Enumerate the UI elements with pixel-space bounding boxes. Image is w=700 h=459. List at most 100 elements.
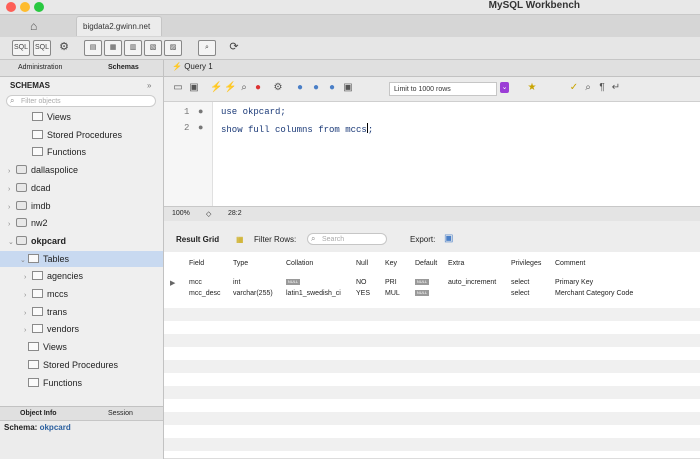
cell-key[interactable]: MUL — [385, 290, 400, 297]
autocommit-icon[interactable]: ● — [326, 82, 338, 94]
export-icon[interactable]: ▣ — [444, 233, 453, 244]
cell-null[interactable]: NO — [356, 279, 367, 286]
close-window-button[interactable] — [6, 2, 16, 12]
expand-arrow-icon[interactable]: › — [24, 323, 32, 339]
sql-editor[interactable]: 1 ● 2 ● use okpcard; show full columns f… — [164, 102, 700, 206]
find-icon[interactable]: ⌕ — [582, 82, 594, 94]
create-function-icon[interactable]: ▨ — [164, 40, 182, 56]
rollback-icon[interactable]: ● — [310, 82, 322, 94]
null-badge[interactable]: NULL — [286, 279, 300, 286]
tab-schemas[interactable]: Schemas — [108, 64, 139, 71]
expand-arrow-icon[interactable]: › — [24, 270, 32, 286]
cell-extra[interactable]: auto_increment — [448, 279, 496, 286]
create-view-icon[interactable]: ▥ — [124, 40, 142, 56]
result-search-input[interactable]: ⌕ Search — [307, 233, 387, 245]
create-table-icon[interactable]: ▦ — [104, 40, 122, 56]
grid-view-icon[interactable]: ▦ — [236, 235, 244, 244]
create-schema-icon[interactable]: ▤ — [84, 40, 102, 56]
expand-arrow-icon[interactable]: ⌄ — [20, 253, 28, 269]
query-tab[interactable]: ⚡ Query 1 — [172, 62, 213, 71]
open-sql-file-icon[interactable]: SQL — [33, 40, 51, 56]
column-header-field[interactable]: Field — [189, 260, 204, 267]
brush-icon[interactable]: ✓ — [568, 82, 580, 94]
expand-arrow-icon[interactable]: › — [8, 164, 16, 180]
inspector-icon[interactable]: ⚙ — [56, 40, 72, 54]
execute-icon[interactable]: ⚡ — [210, 82, 222, 94]
tree-item-views[interactable]: Views — [20, 339, 67, 355]
cell-null[interactable]: YES — [356, 290, 370, 297]
limit-rows-select[interactable]: Limit to 1000 rows — [389, 82, 497, 96]
tab-administration[interactable]: Administration — [18, 64, 62, 71]
tree-item-nw2[interactable]: › nw2 — [8, 215, 48, 231]
tree-item-vendors[interactable]: › vendors — [24, 321, 79, 337]
open-folder-icon[interactable]: ▭ — [172, 82, 184, 94]
cell-comment[interactable]: Merchant Category Code — [555, 290, 633, 297]
invisible-chars-icon[interactable]: ¶ — [596, 82, 608, 94]
zoom-level[interactable]: 100% — [172, 210, 190, 217]
cell-type[interactable]: int — [233, 279, 240, 286]
tree-item-agencies[interactable]: › agencies — [24, 268, 83, 284]
tree-item-stored-procedures[interactable]: Stored Procedures — [24, 127, 122, 143]
explain-icon[interactable]: ⌕ — [238, 82, 250, 94]
commit-icon[interactable]: ● — [294, 82, 306, 94]
tab-object-info[interactable]: Object Info — [20, 410, 57, 417]
cell-privileges[interactable]: select — [511, 290, 529, 297]
limit-dropdown-icon[interactable]: ⌄ — [500, 82, 509, 93]
cell-type[interactable]: varchar(255) — [233, 290, 273, 297]
zoom-stepper-icon[interactable]: ◇ — [206, 210, 211, 218]
cell-field[interactable]: mcc — [189, 279, 202, 286]
tree-item-dallaspolice[interactable]: › dallaspolice — [8, 162, 78, 178]
minimize-window-button[interactable] — [20, 2, 30, 12]
tree-item-views[interactable]: Views — [24, 109, 71, 125]
reconnect-icon[interactable]: ⟳ — [226, 40, 242, 54]
expand-arrow-icon[interactable]: › — [24, 288, 32, 304]
tab-session[interactable]: Session — [108, 410, 133, 417]
schemas-options-icon[interactable]: » — [147, 81, 151, 90]
tree-item-dcad[interactable]: › dcad — [8, 180, 51, 196]
cell-comment[interactable]: Primary Key — [555, 279, 593, 286]
connection-tab[interactable]: bigdata2.gwinn.net — [76, 16, 162, 36]
tree-item-stored-procedures[interactable]: Stored Procedures — [20, 357, 118, 373]
new-sql-tab-icon[interactable]: SQL — [12, 40, 30, 56]
create-procedure-icon[interactable]: ▧ — [144, 40, 162, 56]
home-icon[interactable]: ⌂ — [30, 19, 37, 33]
beautify-icon[interactable]: ▣ — [342, 82, 354, 94]
column-header-extra[interactable]: Extra — [448, 260, 464, 267]
tree-item-mccs[interactable]: › mccs — [24, 286, 68, 302]
bookmark-icon[interactable]: ★ — [526, 82, 538, 94]
column-header-privileges[interactable]: Privileges — [511, 260, 541, 267]
column-header-comment[interactable]: Comment — [555, 260, 585, 267]
tree-item-functions[interactable]: Functions — [20, 375, 82, 391]
save-icon[interactable]: ▣ — [188, 82, 200, 94]
expand-arrow-icon[interactable]: › — [24, 306, 32, 322]
result-grid-label[interactable]: Result Grid — [176, 235, 219, 244]
expand-arrow-icon[interactable]: › — [8, 200, 16, 216]
null-badge[interactable]: NULL — [415, 290, 429, 297]
column-header-null[interactable]: Null — [356, 260, 368, 267]
word-wrap-icon[interactable]: ↵ — [610, 82, 622, 94]
cell-collation[interactable]: latin1_swedish_ci — [286, 290, 341, 297]
filter-objects-input[interactable]: ⌕ Filter objects — [6, 95, 156, 107]
search-table-data-icon[interactable]: ⌕ — [198, 40, 216, 56]
maximize-window-button[interactable] — [34, 2, 44, 12]
column-header-default[interactable]: Default — [415, 260, 437, 267]
null-badge[interactable]: NULL — [415, 279, 429, 286]
expand-arrow-icon[interactable]: › — [8, 182, 16, 198]
tree-item-okpcard[interactable]: ⌄ okpcard — [8, 233, 66, 249]
cell-privileges[interactable]: select — [511, 279, 529, 286]
column-header-collation[interactable]: Collation — [286, 260, 313, 267]
expand-arrow-icon[interactable]: › — [8, 217, 16, 233]
result-grid[interactable]: Field Type Collation Null Key Default Ex… — [164, 252, 700, 458]
cell-key[interactable]: PRI — [385, 279, 397, 286]
tree-item-trans[interactable]: › trans — [24, 304, 67, 320]
column-header-type[interactable]: Type — [233, 260, 248, 267]
column-header-key[interactable]: Key — [385, 260, 397, 267]
execute-current-icon[interactable]: ⚡ — [224, 82, 236, 94]
cell-field[interactable]: mcc_desc — [189, 290, 221, 297]
tree-item-functions[interactable]: Functions — [24, 144, 86, 160]
tree-item-imdb[interactable]: › imdb — [8, 198, 51, 214]
expand-arrow-icon[interactable]: ⌄ — [8, 235, 16, 251]
stop-icon[interactable]: ● — [252, 82, 264, 94]
toggle-continue-icon[interactable]: ⚙ — [272, 82, 284, 94]
tree-item-tables[interactable]: ⌄ Tables — [0, 250, 163, 269]
